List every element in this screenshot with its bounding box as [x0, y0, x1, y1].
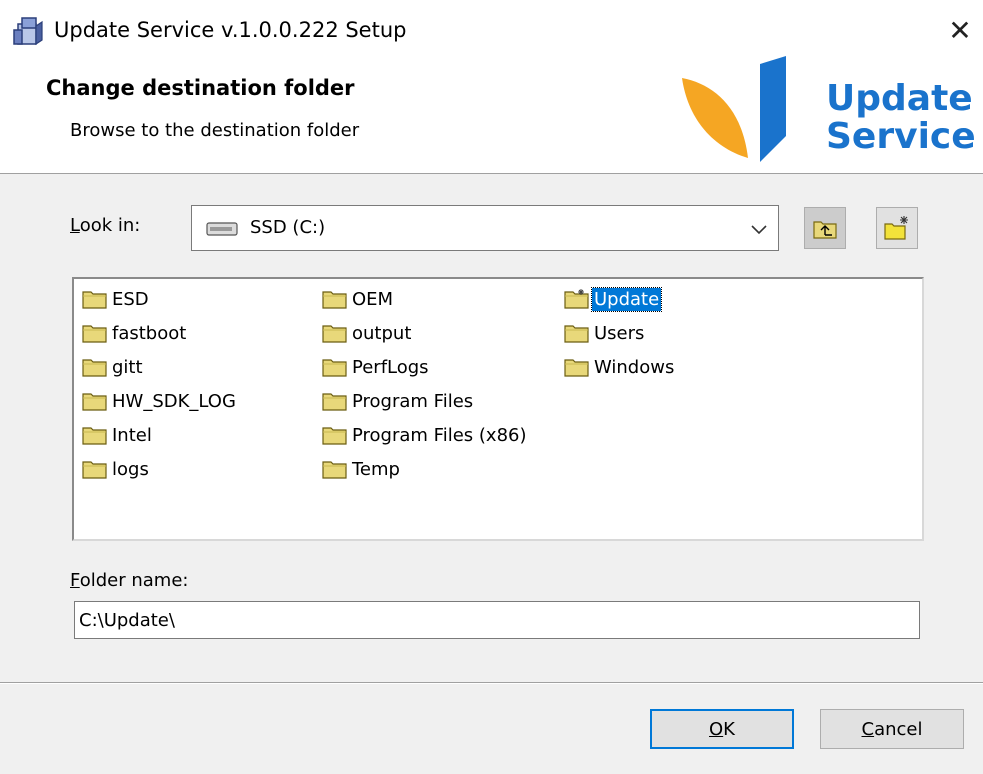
folder-name-label: Folder name: [70, 570, 189, 591]
folder-icon [322, 393, 347, 411]
folder-item-label: fastboot [112, 322, 187, 344]
folder-icon [322, 461, 347, 479]
page-title: Change destination folder [46, 76, 355, 100]
brand-logo-text: Update Service [826, 78, 976, 157]
folder-name-input[interactable] [74, 601, 920, 639]
folder-item-label: logs [112, 458, 149, 480]
folder-list[interactable]: ESD fastboot gitt HW_SDK_LOG Intel logs OEM out… [72, 277, 924, 541]
setup-dialog: Update Service v.1.0.0.222 Setup ✕ Chang… [0, 0, 983, 774]
ok-button[interactable]: OK [650, 709, 794, 749]
folder-item[interactable]: Temp [322, 455, 402, 483]
folder-item[interactable]: fastboot [82, 319, 188, 347]
folder-item[interactable]: Program Files [322, 387, 475, 415]
divider [0, 682, 983, 684]
new-folder-button[interactable] [876, 207, 918, 249]
brand-logo-icon [682, 56, 786, 162]
folder-item[interactable]: HW_SDK_LOG [82, 387, 238, 415]
folder-item-label: output [352, 322, 412, 344]
page-subtitle: Browse to the destination folder [70, 120, 360, 141]
window-title: Update Service v.1.0.0.222 Setup [54, 18, 407, 42]
folder-item-label: Program Files (x86) [352, 424, 527, 446]
folder-icon [322, 359, 347, 377]
folder-icon [564, 289, 589, 309]
header-banner: Change destination folder Browse to the … [0, 56, 983, 174]
folder-up-icon [813, 221, 837, 239]
look-in-label: Look in: [70, 215, 141, 236]
folder-icon [82, 461, 107, 479]
close-button[interactable]: ✕ [940, 10, 980, 50]
up-one-level-button[interactable] [804, 207, 846, 249]
installer-icon [13, 17, 43, 46]
folder-icon [82, 427, 107, 445]
folder-item-label: Program Files [352, 390, 474, 412]
folder-icon [82, 359, 107, 377]
folder-item[interactable]: Windows [564, 353, 676, 381]
folder-item[interactable]: ESD [82, 285, 151, 313]
folder-item[interactable]: Update [564, 285, 663, 313]
chevron-down-icon[interactable] [748, 219, 770, 239]
look-in-dropdown[interactable]: SSD (C:) [191, 205, 779, 251]
folder-item-label: Users [594, 322, 645, 344]
folder-item[interactable]: gitt [82, 353, 145, 381]
folder-icon [322, 427, 347, 445]
look-in-value: SSD (C:) [250, 217, 326, 238]
close-icon: ✕ [948, 13, 972, 47]
folder-item[interactable]: Intel [82, 421, 154, 449]
drive-icon [206, 222, 238, 236]
folder-item[interactable]: output [322, 319, 413, 347]
folder-icon [564, 325, 589, 343]
cancel-button[interactable]: Cancel [820, 709, 964, 749]
folder-item-label: gitt [112, 356, 143, 378]
folder-icon [564, 359, 589, 377]
title-bar: Update Service v.1.0.0.222 Setup ✕ [0, 0, 983, 62]
new-folder-icon [884, 216, 908, 240]
folder-icon [82, 291, 107, 309]
folder-icon [82, 393, 107, 411]
folder-icon [82, 325, 107, 343]
folder-icon [322, 291, 347, 309]
folder-item-label: OEM [352, 288, 394, 310]
folder-item[interactable]: PerfLogs [322, 353, 431, 381]
folder-item[interactable]: Program Files (x86) [322, 421, 529, 449]
folder-item[interactable]: Users [564, 319, 646, 347]
folder-item-label: Update [590, 286, 663, 312]
folder-icon [322, 325, 347, 343]
folder-item-label: Temp [352, 458, 400, 480]
folder-item-label: ESD [112, 288, 149, 310]
folder-item-label: HW_SDK_LOG [112, 390, 236, 412]
folder-item-label: PerfLogs [352, 356, 429, 378]
folder-item[interactable]: logs [82, 455, 151, 483]
folder-item-label: Windows [594, 356, 675, 378]
folder-item[interactable]: OEM [322, 285, 395, 313]
folder-item-label: Intel [112, 424, 152, 446]
